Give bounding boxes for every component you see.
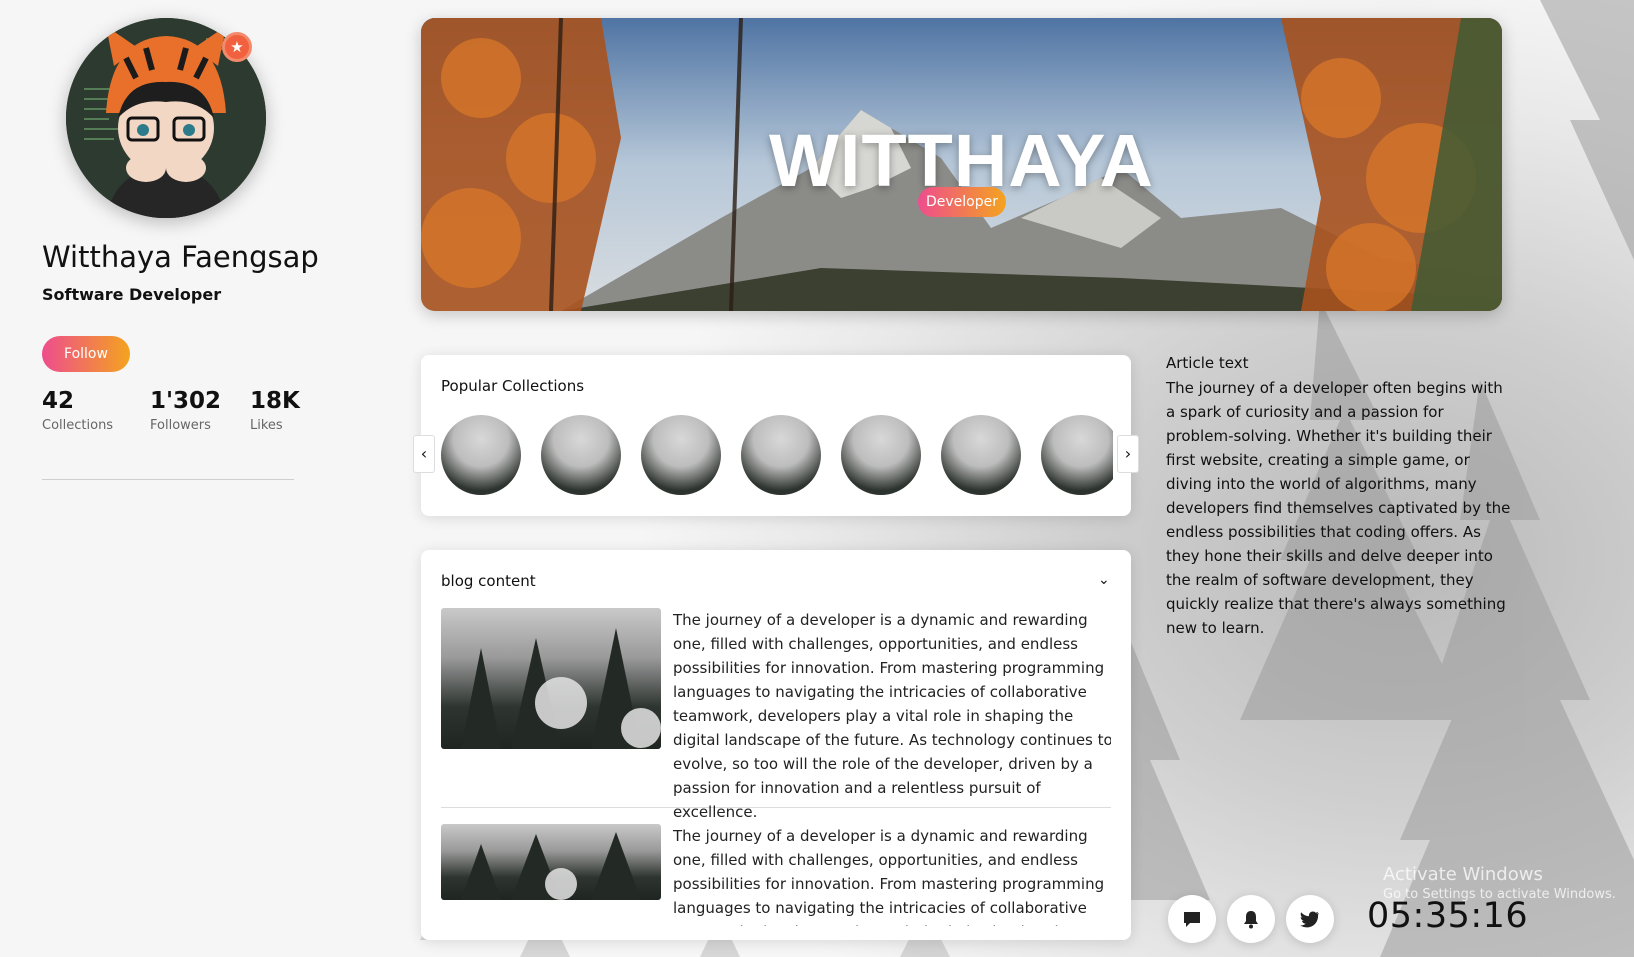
popular-collections-card: Popular Collections ‹ › [413,355,1139,516]
blog-content-card: blog content ⌄ The journey of a develope… [421,550,1131,940]
collection-item[interactable] [641,415,721,495]
collection-item[interactable] [741,415,821,495]
profile-role: Software Developer [42,285,222,304]
collection-item[interactable] [541,415,621,495]
collections-title: Popular Collections [441,377,585,395]
chevron-left-icon[interactable]: ‹ [413,435,435,473]
star-badge-icon: ★ [222,32,252,62]
follow-button[interactable]: Follow [42,336,130,372]
stat-label: Collections [42,418,114,433]
watermark-title: Activate Windows [1383,864,1543,885]
blog-item[interactable]: The journey of a developer is a dynamic … [441,824,1111,926]
blog-thumbnail[interactable] [441,824,661,900]
chevron-down-icon[interactable]: ⌄ [1098,572,1110,588]
hero-tag-badge: Developer [918,187,1006,217]
avatar-container: ★ [66,18,266,218]
profile-name: Witthaya Faengsap [42,240,319,274]
chat-icon [1184,912,1200,927]
stat-value: 18K [250,388,300,414]
twitter-button[interactable] [1286,895,1334,943]
collection-item[interactable] [441,415,521,495]
forest-image [461,628,661,749]
stat-collections[interactable]: 42 Collections [42,388,113,433]
stat-value: 42 [42,388,75,414]
notifications-button[interactable] [1227,895,1275,943]
article-panel: Article text The journey of a developer … [1166,354,1511,640]
blog-excerpt: The journey of a developer is a dynamic … [673,611,1111,821]
twitter-icon [1300,911,1319,928]
blog-item[interactable]: The journey of a developer is a dynamic … [441,608,1111,821]
collection-item[interactable] [1041,415,1113,495]
collection-item[interactable] [841,415,921,495]
blog-thumbnail[interactable] [441,608,661,749]
blog-title: blog content [441,572,536,590]
collection-item[interactable] [941,415,1021,495]
profile-stats: 42 Collections 1'302 Followers 18K Likes [42,388,300,480]
chat-button[interactable] [1168,895,1216,943]
stat-value: 1'302 [150,388,222,414]
hero-banner: WITTHAYA Developer [421,18,1502,311]
forest-image [461,832,641,900]
collections-carousel[interactable] [441,415,1113,499]
chevron-right-icon[interactable]: › [1117,435,1139,473]
stat-label: Followers [150,418,211,433]
article-title: Article text [1166,354,1249,372]
blog-list[interactable]: The journey of a developer is a dynamic … [441,608,1111,926]
stat-followers[interactable]: 1'302 Followers [150,388,221,433]
clock-display: 05:35:16 [1367,896,1529,936]
bell-icon [1244,911,1258,929]
article-body: The journey of a developer often begins … [1166,379,1511,637]
stat-label: Likes [250,418,283,433]
blog-excerpt: The journey of a developer is a dynamic … [673,827,1105,926]
stat-likes[interactable]: 18K Likes [250,388,300,433]
